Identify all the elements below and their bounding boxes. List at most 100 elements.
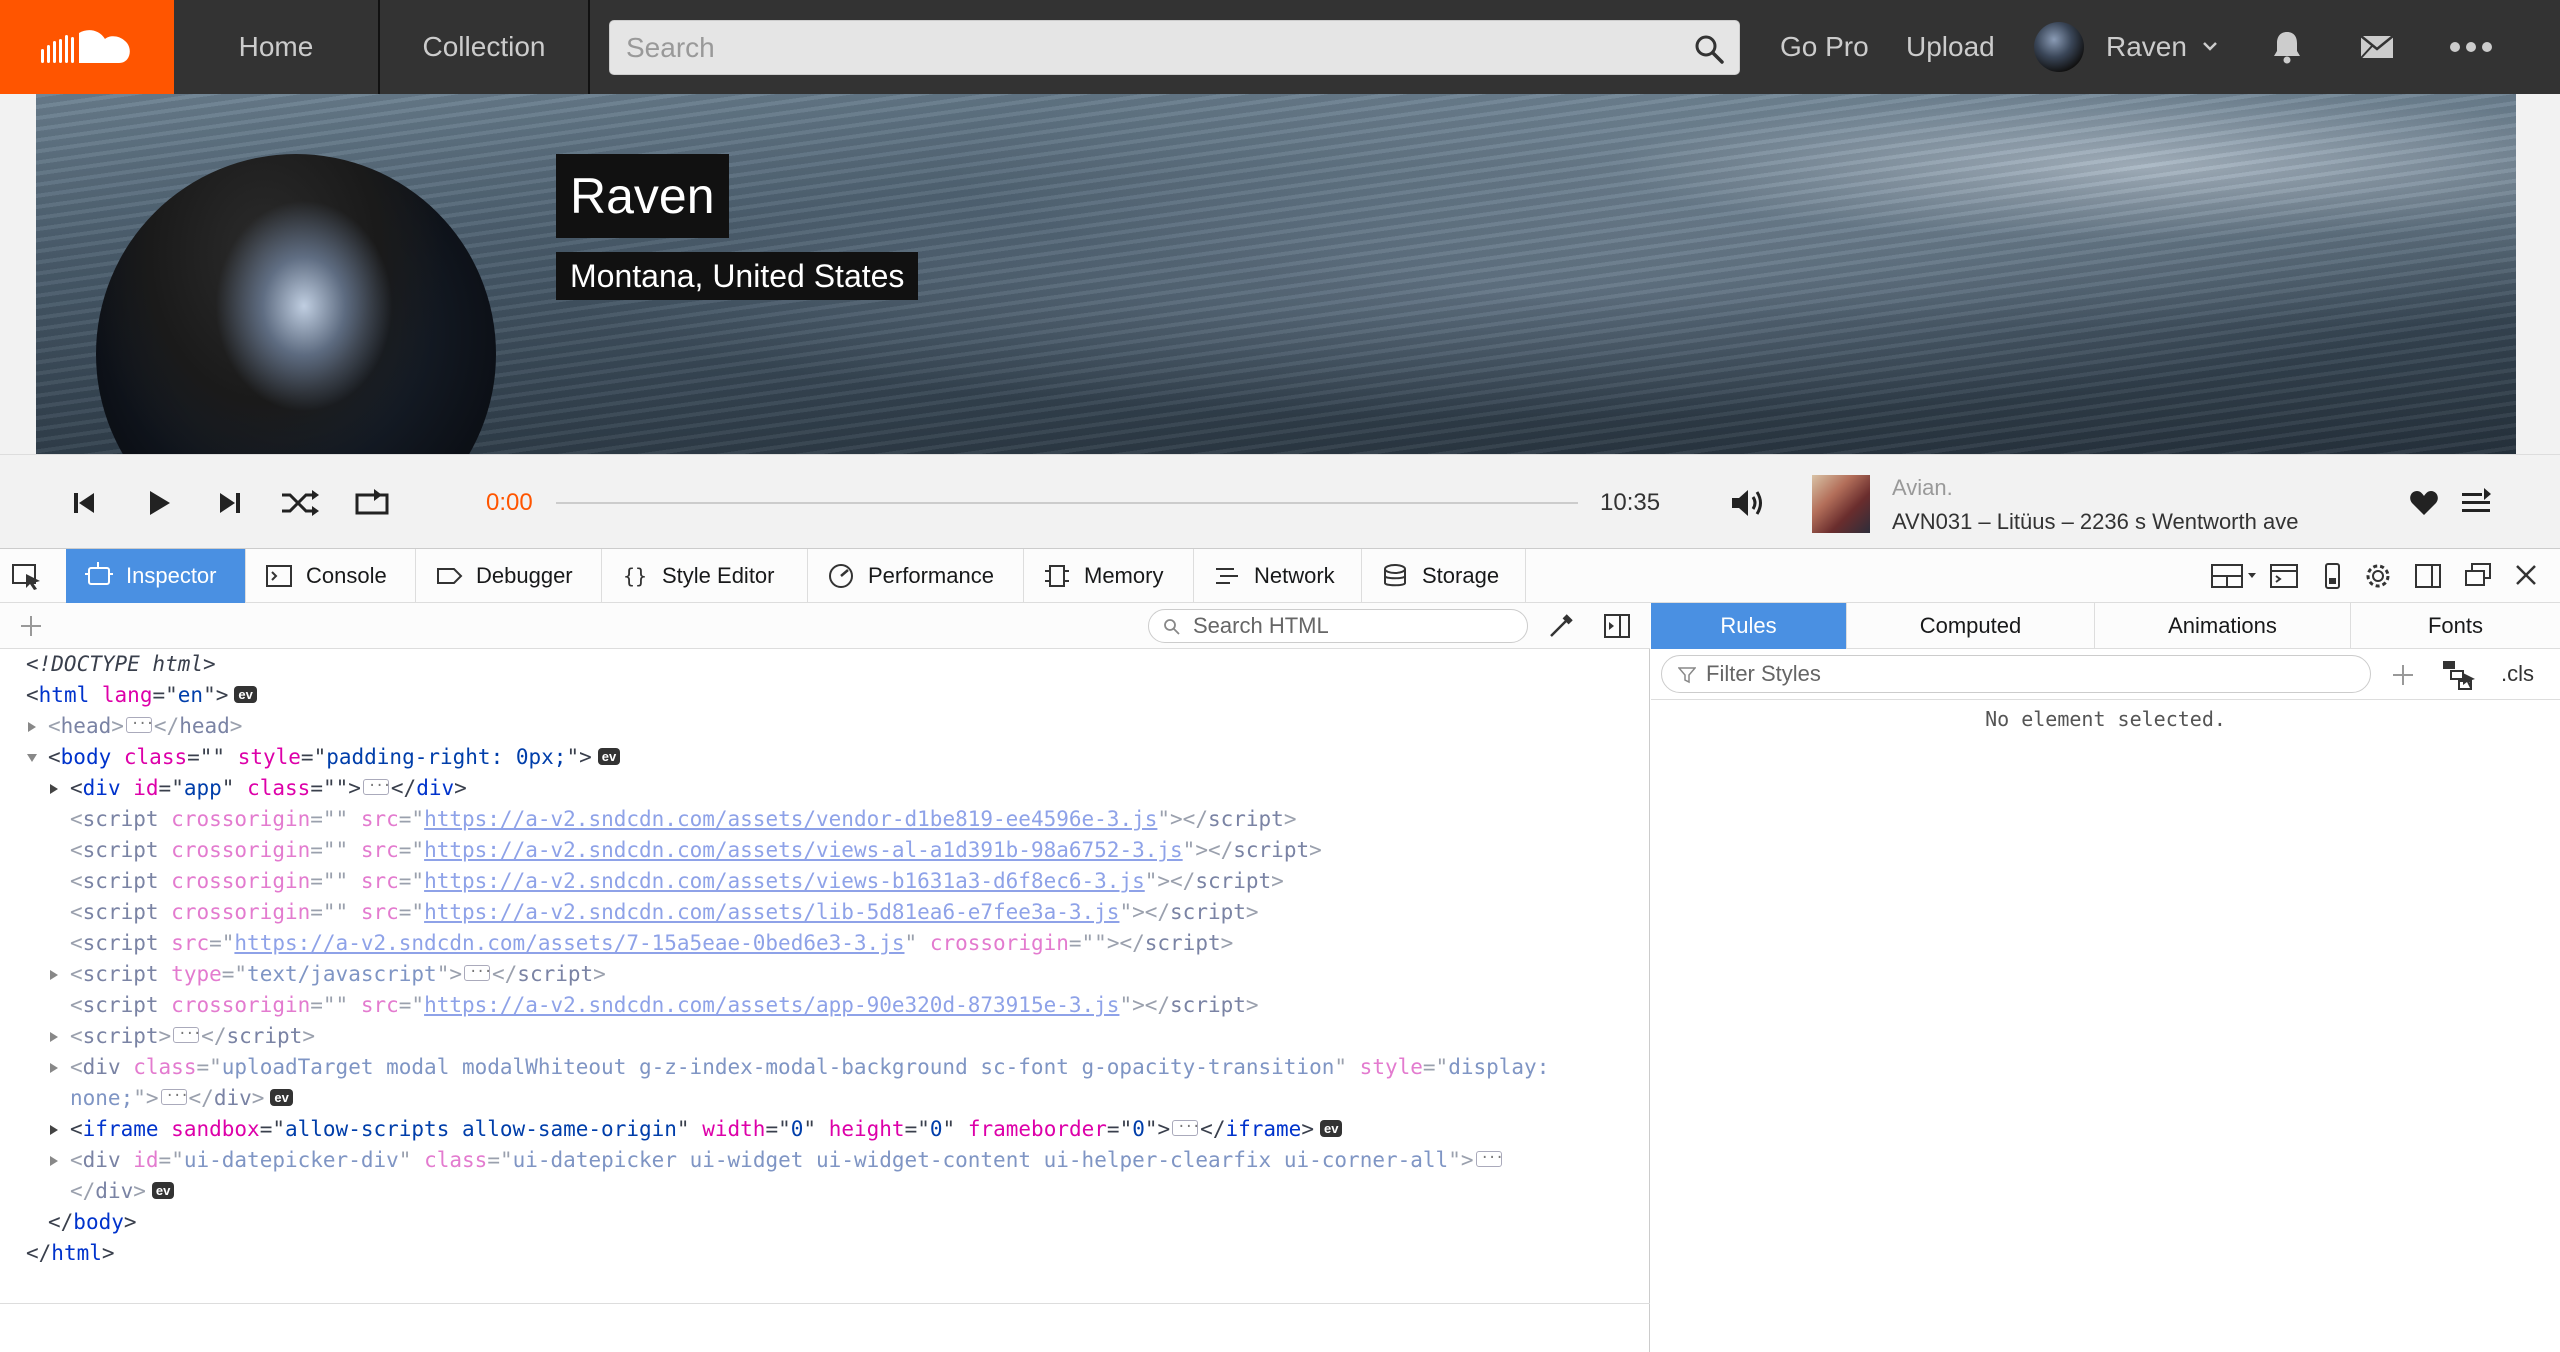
tab-storage[interactable]: Storage	[1362, 549, 1526, 603]
pseudo-class-icon[interactable]	[2441, 659, 2477, 691]
debugger-icon	[437, 568, 463, 584]
rules-sidebar: Rules Computed Animations Fonts .cls No …	[1651, 603, 2560, 1352]
markup-node-script-vendor[interactable]: <script crossorigin="" src="https://a-v2…	[0, 804, 1650, 835]
markup-node-script-7[interactable]: <script src="https://a-v2.sndcdn.com/ass…	[0, 928, 1650, 959]
volume-icon[interactable]	[1728, 485, 1768, 521]
collapsed-children-icon[interactable]	[464, 957, 491, 988]
event-badge[interactable]: ev	[1319, 1119, 1343, 1137]
tab-performance[interactable]: Performance	[808, 549, 1024, 603]
play-icon[interactable]	[140, 485, 176, 521]
progress-bar[interactable]	[556, 502, 1578, 504]
separate-window-icon[interactable]	[2462, 561, 2494, 591]
collapsed-children-icon[interactable]	[1172, 1112, 1199, 1143]
banner-gutter-right	[2516, 94, 2560, 454]
track-artwork[interactable]	[1812, 475, 1870, 533]
chevron-down-icon[interactable]	[2200, 36, 2220, 56]
collapsed-children-icon[interactable]	[1475, 1143, 1503, 1174]
nav-home[interactable]: Home	[174, 0, 380, 94]
heart-icon[interactable]	[2408, 487, 2440, 519]
tab-memory[interactable]: Memory	[1024, 549, 1194, 603]
repeat-icon[interactable]	[352, 485, 392, 521]
markup-node-iframe[interactable]: <iframe sandbox="allow-scripts allow-sam…	[0, 1112, 1650, 1145]
markup-node-div-app[interactable]: <div id="app" class=""></div>	[0, 771, 1650, 804]
track-title[interactable]: AVN031 – Litüus – 2236 s Wentworth ave	[1892, 509, 2298, 535]
rules-divider	[1651, 699, 2560, 700]
tab-fonts[interactable]: Fonts	[2351, 603, 2560, 649]
event-badge[interactable]: ev	[270, 1088, 293, 1106]
markup-node-html[interactable]: <html lang="en"> ev	[0, 680, 1650, 711]
markup-node-script-app[interactable]: <script crossorigin="" src="https://a-v2…	[0, 990, 1650, 1021]
markup-node-doctype[interactable]: <!DOCTYPE html>	[0, 649, 1650, 680]
tab-debugger[interactable]: Debugger	[416, 549, 602, 603]
element-picker-icon[interactable]	[10, 561, 44, 591]
eyedropper-icon[interactable]	[1546, 611, 1576, 641]
player-bar: 0:00 10:35 Avian. AVN031 – Litüus – 2236…	[0, 454, 2560, 548]
skip-forward-icon[interactable]	[212, 485, 248, 521]
search-icon[interactable]	[1693, 33, 1725, 65]
event-badge[interactable]: ev	[151, 1181, 175, 1199]
profile-name-box: Raven	[556, 154, 729, 238]
collapsed-children-icon[interactable]	[362, 771, 390, 802]
collapsed-children-icon[interactable]	[125, 709, 153, 740]
markup-node-div-datepicker-close[interactable]: </div> ev	[0, 1176, 1650, 1207]
more-icon[interactable]	[2446, 26, 2496, 68]
markup-node-head[interactable]: <head></head>	[0, 709, 1650, 742]
dock-side-icon[interactable]	[2412, 561, 2444, 591]
nav-collection[interactable]: Collection	[380, 0, 590, 94]
markup-node-script-views-al[interactable]: <script crossorigin="" src="https://a-v2…	[0, 835, 1650, 866]
markup-node-html-close[interactable]: </html>	[0, 1238, 1650, 1269]
expand-twisty-icon[interactable]	[48, 1031, 60, 1043]
responsive-mode-icon[interactable]	[2316, 561, 2348, 591]
user-menu[interactable]: Raven	[2106, 0, 2187, 94]
tab-inspector[interactable]: Inspector	[66, 549, 246, 603]
track-artist[interactable]: Avian.	[1892, 475, 1953, 501]
mail-icon[interactable]	[2356, 26, 2398, 68]
expand-twisty-icon[interactable]	[48, 1155, 60, 1167]
collapse-twisty-icon[interactable]	[26, 752, 38, 764]
skip-back-icon[interactable]	[66, 485, 102, 521]
markup-node-div-upload-target[interactable]: <div class="uploadTarget modal modalWhit…	[0, 1052, 1650, 1083]
user-avatar[interactable]	[2034, 22, 2084, 72]
markup-node-div-upload-target-cont[interactable]: none;"></div>ev	[0, 1081, 1650, 1114]
add-rule-icon[interactable]	[2389, 661, 2417, 689]
layout-picker-icon[interactable]	[2210, 561, 2260, 591]
expand-twisty-icon[interactable]	[48, 1062, 60, 1074]
top-header: Home Collection Go Pro Upload Raven	[0, 0, 2560, 94]
expand-twisty-icon[interactable]	[48, 1124, 60, 1136]
tab-network[interactable]: Network	[1194, 549, 1362, 603]
markup-node-script-lib[interactable]: <script crossorigin="" src="https://a-v2…	[0, 897, 1650, 928]
collapsed-children-icon[interactable]	[160, 1081, 188, 1112]
markup-node-script-views[interactable]: <script crossorigin="" src="https://a-v2…	[0, 866, 1650, 897]
shuffle-icon[interactable]	[278, 485, 322, 521]
expand-twisty-icon[interactable]	[48, 969, 60, 981]
tab-rules[interactable]: Rules	[1651, 603, 1847, 649]
tab-computed[interactable]: Computed	[1847, 603, 2095, 649]
tab-console[interactable]: Console	[246, 549, 416, 603]
cls-toggle[interactable]: .cls	[2501, 661, 2534, 687]
upload-link[interactable]: Upload	[1906, 0, 1995, 94]
go-pro-link[interactable]: Go Pro	[1780, 0, 1869, 94]
event-badge[interactable]: ev	[597, 747, 621, 765]
markup-node-div-datepicker[interactable]: <div id="ui-datepicker-div" class="ui-da…	[0, 1143, 1650, 1176]
markup-node-script-inline[interactable]: <script></script>	[0, 1019, 1650, 1052]
expand-twisty-icon[interactable]	[26, 721, 38, 733]
settings-gear-icon[interactable]	[2362, 561, 2394, 591]
collapsed-children-icon[interactable]	[173, 1019, 200, 1050]
split-console-icon[interactable]	[2268, 561, 2300, 591]
close-icon[interactable]	[2510, 561, 2542, 591]
bell-icon[interactable]	[2266, 26, 2308, 68]
filter-styles-input[interactable]	[1662, 656, 2370, 692]
markup-node-body-close[interactable]: </body>	[0, 1207, 1650, 1238]
add-node-icon[interactable]	[18, 613, 44, 639]
markup-node-script-inline-js[interactable]: <script type="text/javascript"></script>	[0, 957, 1650, 990]
tab-style-editor[interactable]: {} Style Editor	[602, 549, 808, 603]
markup-node-body[interactable]: <body class="" style="padding-right: 0px…	[0, 742, 1650, 773]
toggle-sidebar-icon[interactable]	[1602, 611, 1632, 641]
expand-twisty-icon[interactable]	[48, 783, 60, 795]
search-input[interactable]	[610, 21, 1739, 74]
queue-icon[interactable]	[2458, 485, 2494, 521]
event-badge[interactable]: ev	[234, 685, 257, 703]
search-html-input[interactable]	[1149, 610, 1527, 642]
soundcloud-logo[interactable]	[0, 0, 174, 94]
tab-animations[interactable]: Animations	[2095, 603, 2351, 649]
